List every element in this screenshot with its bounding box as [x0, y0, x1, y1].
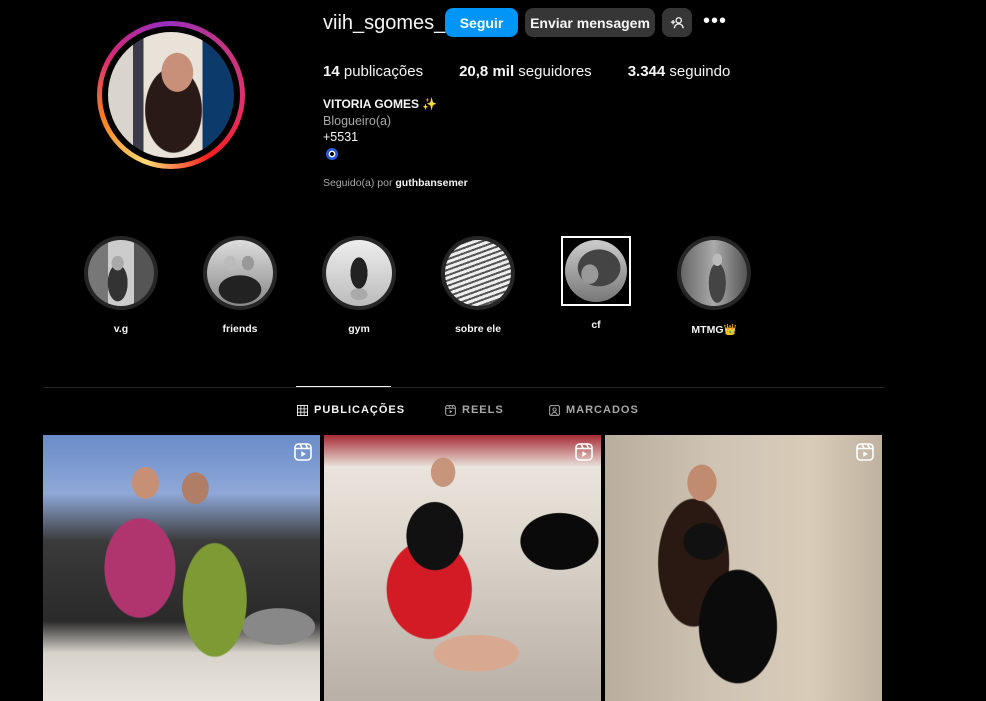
active-tab-indicator: [296, 386, 391, 387]
profile-username: viih_sgomes_: [323, 12, 446, 34]
reels-icon: [445, 404, 456, 416]
highlight-image: [207, 240, 273, 306]
highlight-cover: [203, 236, 277, 310]
highlight-image: [88, 240, 154, 306]
highlight-image: [326, 240, 392, 306]
followed-by-user[interactable]: guthbansemer: [395, 177, 467, 189]
reel-icon: [856, 443, 874, 461]
posts-count: 14: [323, 63, 340, 80]
add-user-icon: [670, 16, 684, 28]
profile-stats: 14 publicações 20,8 mil seguidores 3.344…: [323, 63, 766, 80]
following-label: seguindo: [669, 63, 731, 80]
highlight-image: [445, 240, 511, 306]
highlight-cover: [84, 236, 158, 310]
profile-avatar[interactable]: [97, 21, 245, 169]
profile-full-name: VITORIA GOMES ✨: [323, 97, 438, 111]
highlight-item[interactable]: MTMG👑: [674, 236, 754, 336]
tab-tagged-label: MARCADOS: [566, 404, 639, 416]
reel-icon: [294, 443, 312, 461]
following-count: 3.344: [627, 63, 666, 80]
followers-label: seguidores: [518, 63, 592, 80]
highlight-cover: [561, 236, 631, 306]
tab-posts-label: PUBLICAÇÕES: [314, 404, 406, 416]
highlight-label: MTMG👑: [691, 324, 737, 336]
highlight-cover: [322, 236, 396, 310]
tab-reels[interactable]: REELS: [445, 404, 504, 416]
highlight-label: cf: [591, 319, 601, 331]
tab-tagged[interactable]: MARCADOS: [549, 404, 639, 416]
highlight-label: friends: [222, 323, 258, 335]
highlight-image: [565, 240, 627, 302]
highlight-item[interactable]: v.g: [81, 236, 161, 335]
avatar-border: [102, 26, 240, 164]
follow-button[interactable]: Seguir: [445, 8, 518, 37]
profile-category: Blogueiro(a): [323, 114, 392, 128]
send-message-button[interactable]: Enviar mensagem: [525, 8, 655, 37]
followed-by[interactable]: Seguido(a) por guthbansemer: [323, 177, 468, 189]
grid-icon: [297, 404, 308, 416]
nazar-eye-icon: [326, 148, 338, 160]
highlight-cover: [441, 236, 515, 310]
followers-count: 20,8 mil: [459, 63, 515, 80]
highlight-item[interactable]: cf: [556, 236, 636, 331]
avatar-photo: [108, 32, 234, 158]
tab-reels-label: REELS: [462, 404, 504, 416]
highlight-cover: [677, 236, 751, 310]
followers-stat[interactable]: 20,8 mil seguidores: [459, 63, 592, 80]
highlight-image: [681, 240, 747, 306]
reel-icon: [575, 443, 593, 461]
suggest-accounts-button[interactable]: [662, 8, 692, 37]
highlight-item[interactable]: gym: [319, 236, 399, 335]
tabs-divider: [43, 387, 885, 388]
tagged-icon: [549, 404, 560, 416]
highlight-label: gym: [348, 323, 370, 335]
post-thumbnail[interactable]: [324, 435, 601, 701]
tab-posts[interactable]: PUBLICAÇÕES: [297, 404, 405, 416]
highlight-label: sobre ele: [454, 323, 502, 335]
highlight-item[interactable]: sobre ele: [438, 236, 518, 335]
following-stat[interactable]: 3.344 seguindo: [628, 63, 731, 80]
highlight-label: v.g: [113, 323, 129, 335]
post-thumbnail[interactable]: [43, 435, 320, 701]
profile-bio-phone: +5531: [323, 130, 359, 144]
highlight-item[interactable]: friends: [200, 236, 280, 335]
posts-label: publicações: [343, 63, 424, 80]
posts-stat: 14 publicações: [323, 63, 423, 80]
more-options-icon[interactable]: •••: [703, 10, 727, 34]
followed-by-prefix: Seguido(a) por: [323, 177, 393, 189]
post-thumbnail[interactable]: [605, 435, 882, 701]
